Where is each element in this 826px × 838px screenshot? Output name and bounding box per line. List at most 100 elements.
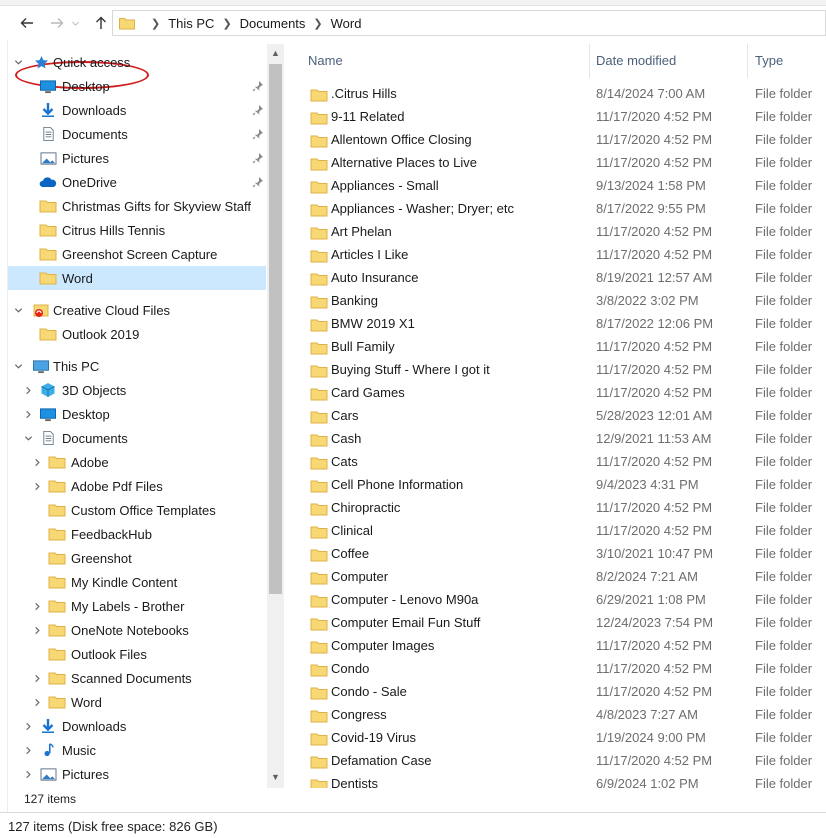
column-header-name[interactable]: Name xyxy=(308,53,343,68)
file-row[interactable]: Appliances - Small 9/13/2024 1:58 PM File … xyxy=(300,174,826,197)
chevron-down-icon[interactable] xyxy=(12,56,24,68)
tree-item-greenshot[interactable]: Greenshot xyxy=(8,546,266,570)
chevron-down-icon[interactable] xyxy=(12,360,24,372)
tree-item-word[interactable]: Word xyxy=(8,266,266,290)
recent-locations-button[interactable] xyxy=(68,10,82,36)
tree-item-my-kindle-content[interactable]: My Kindle Content xyxy=(8,570,266,594)
tree-item-downloads[interactable]: Downloads xyxy=(8,714,266,738)
breadcrumb-documents[interactable]: Documents xyxy=(240,16,306,31)
chevron-down-icon[interactable] xyxy=(12,304,24,316)
chevron-right-icon[interactable] xyxy=(31,624,43,636)
file-row[interactable]: 9-11 Related 11/17/2020 4:52 PM File folde… xyxy=(300,105,826,128)
file-row[interactable]: Banking 3/8/2022 3:02 PM File folder xyxy=(300,289,826,312)
file-row[interactable]: Chiropractic 11/17/2020 4:52 PM File folde… xyxy=(300,496,826,519)
scroll-up-arrow[interactable]: ▲ xyxy=(267,44,284,61)
file-row[interactable]: Computer - Lenovo M90a 6/29/2021 1:08 PM F… xyxy=(300,588,826,611)
chevron-right-icon[interactable] xyxy=(22,768,34,780)
file-row[interactable]: Dentists 6/9/2024 1:02 PM File folder xyxy=(300,772,826,788)
tree-item-music[interactable]: Music xyxy=(8,738,266,762)
tree-item-greenshot-screen-capture[interactable]: Greenshot Screen Capture xyxy=(8,242,266,266)
chevron-right-icon[interactable] xyxy=(31,456,43,468)
column-header-type[interactable]: Type xyxy=(755,53,783,68)
file-row[interactable]: Clinical 11/17/2020 4:52 PM File folder xyxy=(300,519,826,542)
file-row[interactable]: Articles I Like 11/17/2020 4:52 PM File fo… xyxy=(300,243,826,266)
up-button[interactable] xyxy=(88,10,114,36)
file-row[interactable]: Auto Insurance 8/19/2021 12:57 AM File fol… xyxy=(300,266,826,289)
file-row[interactable]: Computer 8/2/2024 7:21 AM File folder xyxy=(300,565,826,588)
file-row[interactable]: Defamation Case 11/17/2020 4:52 PM File fo… xyxy=(300,749,826,772)
forward-button[interactable] xyxy=(44,10,70,36)
tree-item-3d-objects[interactable]: 3D Objects xyxy=(8,378,266,402)
file-row[interactable]: Appliances - Washer; Dryer; etc 8/17/2022… xyxy=(300,197,826,220)
file-row[interactable]: Card Games 11/17/2020 4:52 PM File folder xyxy=(300,381,826,404)
file-row[interactable]: Condo - Sale 11/17/2020 4:52 PM File folde… xyxy=(300,680,826,703)
file-row[interactable]: Cash 12/9/2021 11:53 AM File folder xyxy=(300,427,826,450)
chevron-down-icon[interactable] xyxy=(22,432,34,444)
file-row[interactable]: Alternative Places to Live 11/17/2020 4:5… xyxy=(300,151,826,174)
tree-item-documents[interactable]: Documents xyxy=(8,122,266,146)
tree-item-my-labels-brother[interactable]: My Labels - Brother xyxy=(8,594,266,618)
column-header-date-modified[interactable]: Date modified xyxy=(596,53,676,68)
file-row[interactable]: .Citrus Hills 8/14/2024 7:00 AM File folde… xyxy=(300,82,826,105)
tree-item-christmas-gifts-for-skyview-staff[interactable]: Christmas Gifts for Skyview Staff xyxy=(8,194,266,218)
tree-item-pictures[interactable]: Pictures xyxy=(8,762,266,786)
column-divider[interactable] xyxy=(747,44,748,78)
file-row[interactable]: Cats 11/17/2020 4:52 PM File folder xyxy=(300,450,826,473)
breadcrumb-separator[interactable]: ❯ xyxy=(222,17,231,30)
file-row[interactable]: Congress 4/8/2023 7:27 AM File folder xyxy=(300,703,826,726)
window-edge xyxy=(0,40,8,812)
chevron-right-icon[interactable] xyxy=(31,672,43,684)
chevron-right-icon[interactable] xyxy=(22,408,34,420)
chevron-right-icon[interactable] xyxy=(31,696,43,708)
tree-item-documents[interactable]: Documents xyxy=(8,426,266,450)
tree-item-scanned-documents[interactable]: Scanned Documents xyxy=(8,666,266,690)
column-divider[interactable] xyxy=(589,44,590,78)
file-row[interactable]: Condo 11/17/2020 4:52 PM File folder xyxy=(300,657,826,680)
file-type: File folder xyxy=(755,684,813,699)
file-row[interactable]: Computer Images 11/17/2020 4:52 PM File fo… xyxy=(300,634,826,657)
tree-item-desktop[interactable]: Desktop xyxy=(8,74,266,98)
tree-item-quick-access[interactable]: Quick access xyxy=(8,50,266,74)
tree-item-this-pc[interactable]: This PC xyxy=(8,354,266,378)
file-row[interactable]: Coffee 3/10/2021 10:47 PM File folder xyxy=(300,542,826,565)
file-row[interactable]: Bull Family 11/17/2020 4:52 PM File folder xyxy=(300,335,826,358)
breadcrumb-this-pc[interactable]: This PC xyxy=(168,16,214,31)
chevron-right-icon[interactable] xyxy=(22,384,34,396)
tree-item-onenote-notebooks[interactable]: OneNote Notebooks xyxy=(8,618,266,642)
tree-item-creative-cloud-files[interactable]: Creative Cloud Files xyxy=(8,298,266,322)
chevron-right-icon[interactable] xyxy=(31,480,43,492)
tree-item-citrus-hills-tennis[interactable]: Citrus Hills Tennis xyxy=(8,218,266,242)
address-bar[interactable]: ❯ This PC ❯ Documents ❯ Word xyxy=(112,10,826,36)
tree-item-desktop[interactable]: Desktop xyxy=(8,402,266,426)
file-row[interactable]: Buying Stuff - Where I got it 11/17/2020 … xyxy=(300,358,826,381)
file-row[interactable]: Covid-19 Virus 1/19/2024 9:00 PM File fold… xyxy=(300,726,826,749)
tree-item-downloads[interactable]: Downloads xyxy=(8,98,266,122)
chevron-right-icon[interactable] xyxy=(31,600,43,612)
chevron-right-icon[interactable] xyxy=(22,744,34,756)
tree-item-outlook-files[interactable]: Outlook Files xyxy=(8,642,266,666)
back-button[interactable] xyxy=(14,10,40,36)
tree-item-label: Desktop xyxy=(62,78,110,94)
file-row[interactable]: Art Phelan 11/17/2020 4:52 PM File folder xyxy=(300,220,826,243)
file-row[interactable]: Computer Email Fun Stuff 12/24/2023 7:54 … xyxy=(300,611,826,634)
tree-item-custom-office-templates[interactable]: Custom Office Templates xyxy=(8,498,266,522)
tree-item-feedbackhub[interactable]: FeedbackHub xyxy=(8,522,266,546)
breadcrumb-word[interactable]: Word xyxy=(331,16,362,31)
scroll-down-arrow[interactable]: ▼ xyxy=(267,768,284,785)
file-row[interactable]: Allentown Office Closing 11/17/2020 4:52 … xyxy=(300,128,826,151)
file-row[interactable]: Cars 5/28/2023 12:01 AM File folder xyxy=(300,404,826,427)
tree-item-outlook-2019[interactable]: Outlook 2019 xyxy=(8,322,266,346)
breadcrumb-separator[interactable]: ❯ xyxy=(313,17,322,30)
file-row[interactable]: Cell Phone Information 9/4/2023 4:31 PM Fi… xyxy=(300,473,826,496)
navigation-pane-scrollbar[interactable]: ▲ ▼ xyxy=(267,44,284,788)
file-row[interactable]: BMW 2019 X1 8/17/2022 12:06 PM File folder xyxy=(300,312,826,335)
tree-item-onedrive[interactable]: OneDrive xyxy=(8,170,266,194)
tree-item-pictures[interactable]: Pictures xyxy=(8,146,266,170)
file-type: File folder xyxy=(755,661,813,676)
tree-item-adobe[interactable]: Adobe xyxy=(8,450,266,474)
tree-item-adobe-pdf-files[interactable]: Adobe Pdf Files xyxy=(8,474,266,498)
breadcrumb-separator[interactable]: ❯ xyxy=(151,17,160,30)
scroll-thumb[interactable] xyxy=(269,64,282,594)
chevron-right-icon[interactable] xyxy=(22,720,34,732)
tree-item-word[interactable]: Word xyxy=(8,690,266,714)
